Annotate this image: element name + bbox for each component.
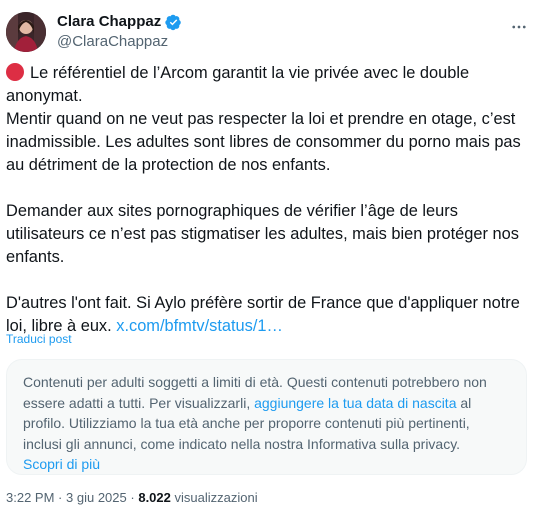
tweet-paragraph-1: Le référentiel de l’Arcom garantit la vi…: [6, 62, 531, 108]
meta-separator: ·: [58, 490, 63, 505]
tweet-line-1: Le référentiel de l’Arcom garantit la vi…: [6, 64, 470, 105]
more-horizontal-icon: [512, 25, 526, 29]
author-info: Clara Chappaz @ClaraChappaz: [57, 13, 182, 51]
age-restriction-notice: Contenuti per adulti soggetti a limiti d…: [6, 359, 527, 475]
tweet-paragraph-2: Demander aux sites pornographiques de vé…: [6, 202, 519, 266]
tweet-text: Le référentiel de l’Arcom garantit la vi…: [6, 62, 531, 338]
translate-post-link[interactable]: Traduci post: [6, 332, 72, 346]
views-count: 8.022: [138, 490, 171, 505]
tweet-line-2: Mentir quand on ne veut pas respecter la…: [6, 110, 521, 174]
author-display-name[interactable]: Clara Chappaz: [57, 13, 161, 31]
verified-badge-icon[interactable]: [165, 14, 182, 31]
tweet-date[interactable]: 3 giu 2025: [66, 490, 127, 505]
avatar[interactable]: [6, 12, 46, 52]
red-circle-icon: [6, 63, 24, 81]
author-handle[interactable]: @ClaraChappaz: [57, 32, 182, 51]
views-label: visualizzazioni: [174, 490, 258, 505]
tweet-time[interactable]: 3:22 PM: [6, 490, 54, 505]
tweet-header: Clara Chappaz @ClaraChappaz: [6, 10, 536, 56]
tweet-meta: 3:22 PM · 3 giu 2025 · 8.022 visualizzaz…: [6, 490, 258, 505]
add-birthdate-link[interactable]: aggiungere la tua data di nascita: [254, 395, 456, 411]
tweet-paragraph-3: D'autres l'ont fait. Si Aylo préfère sor…: [6, 292, 531, 338]
meta-separator-2: ·: [130, 490, 135, 505]
learn-more-link[interactable]: Scopri di più: [23, 456, 100, 472]
tweet-link[interactable]: x.com/bfmtv/status/1…: [116, 317, 283, 335]
more-button[interactable]: [506, 14, 532, 40]
avatar-photo-icon: [6, 12, 46, 52]
